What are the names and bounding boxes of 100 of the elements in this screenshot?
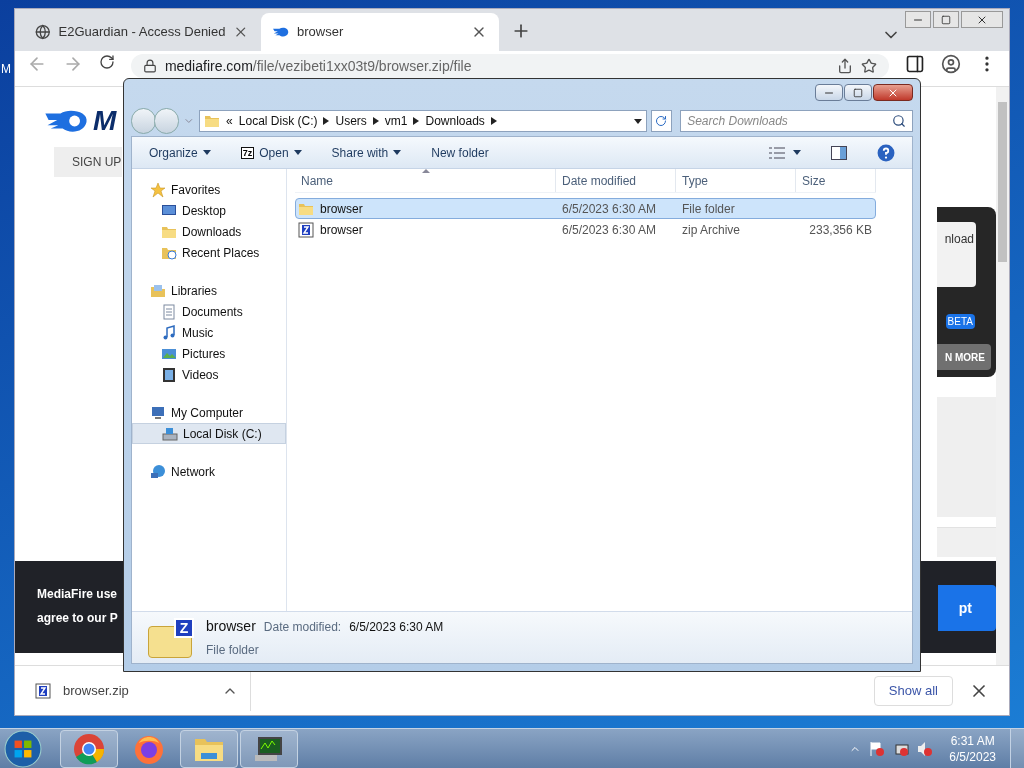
view-list-icon[interactable] [769, 146, 785, 159]
tab-title: browser [297, 23, 345, 42]
folder-icon [204, 113, 221, 129]
profile-icon[interactable] [941, 54, 962, 74]
toolbar-button[interactable]: Share with [331, 143, 402, 162]
nav-item[interactable]: My Computer [132, 402, 286, 423]
nav-item[interactable]: Recent Places [132, 242, 286, 263]
address-field[interactable]: « Local Disk (C:) Users vm1 Downloads [199, 110, 647, 132]
taskbar-button[interactable] [60, 729, 118, 768]
detail-value: 6/5/2023 6:30 AM [349, 619, 444, 636]
learn-more-button[interactable]: N MORE [937, 344, 991, 370]
file-row[interactable]: browser 6/5/2023 6:30 AM zip Archive 233,356 KB [295, 219, 876, 240]
column-header[interactable]: Date modified [556, 169, 676, 192]
file-name: browser [320, 200, 363, 218]
start-button[interactable] [4, 729, 42, 768]
browser-tab[interactable]: E2Guardian - Access Denied [23, 13, 261, 51]
lock-icon [142, 59, 157, 73]
maximize-button[interactable] [933, 11, 959, 28]
breadcrumb-item[interactable]: Downloads [425, 112, 485, 130]
refresh-button[interactable] [650, 110, 673, 132]
nav-item[interactable]: Network [132, 461, 286, 482]
file-row[interactable]: browser 6/5/2023 6:30 AM File folder [295, 198, 876, 219]
refresh-icon [655, 115, 668, 127]
archive-icon: 7z [240, 146, 255, 159]
scrollbar[interactable] [996, 87, 1009, 665]
caret-icon[interactable] [393, 150, 402, 155]
preview-pane-icon[interactable] [831, 144, 847, 161]
zip-file-icon [35, 682, 51, 699]
column-header[interactable]: Size [796, 169, 876, 192]
minimize-button[interactable] [905, 11, 931, 28]
nav-item[interactable]: Favorites [132, 179, 286, 200]
download-button[interactable]: nload [937, 222, 976, 287]
nav-item[interactable]: Documents [132, 301, 286, 322]
film-icon [161, 366, 177, 383]
nav-item[interactable]: Desktop [132, 200, 286, 221]
accept-button[interactable]: pt [938, 585, 996, 631]
bookmark-star-icon[interactable] [861, 58, 878, 74]
flame-logo-icon [45, 108, 89, 134]
breadcrumb-item[interactable]: Local Disk (C:) [238, 112, 318, 130]
clock[interactable]: 6:31 AM 6/5/2023 [949, 732, 996, 765]
caret-icon[interactable] [293, 150, 302, 155]
download-filename: browser.zip [63, 681, 130, 700]
file-type: zip Archive [681, 221, 742, 239]
minimize-button[interactable] [815, 84, 843, 101]
caret-icon[interactable] [793, 150, 801, 155]
breadcrumb-item[interactable]: Users [335, 112, 367, 130]
url-text: mediafire.com/file/vezibeti1xx03t9/browser.zip/file [164, 58, 472, 74]
breadcrumb-item[interactable]: vm1 [384, 112, 408, 130]
library-icon [150, 282, 166, 299]
star-icon [150, 181, 166, 198]
beta-badge: BETA [945, 314, 975, 329]
flag-icon[interactable] [869, 740, 886, 757]
nav-item[interactable]: Local Disk (C:) [132, 423, 286, 444]
reload-icon[interactable] [98, 54, 115, 70]
nav-item[interactable]: Videos [132, 364, 286, 385]
zip-file-icon [298, 221, 314, 238]
detail-name: browser [206, 617, 256, 636]
share-icon[interactable] [837, 58, 854, 74]
browser-tab[interactable]: browser [261, 13, 499, 51]
show-all-button[interactable]: Show all [873, 675, 953, 706]
file-type: File folder [681, 200, 736, 218]
nav-item[interactable]: Downloads [132, 221, 286, 242]
close-button[interactable] [873, 84, 913, 101]
nav-item[interactable]: Libraries [132, 280, 286, 301]
breadcrumb-overflow[interactable]: « [226, 112, 233, 130]
logo-text: M [93, 107, 117, 135]
caret-icon[interactable] [202, 150, 211, 155]
drive-icon [162, 425, 178, 442]
toolbar-button[interactable]: New folder [431, 143, 489, 162]
tab-title: E2Guardian - Access Denied [58, 23, 226, 42]
desktop-icon-label: M [1, 61, 11, 78]
caret-icon[interactable] [633, 118, 642, 124]
side-panel-icon[interactable] [905, 54, 926, 74]
toolbar-button[interactable]: 7z Open [240, 143, 302, 162]
chevron-icon[interactable] [413, 117, 420, 125]
date-modified: 6/5/2023 6:30 AM [561, 200, 658, 218]
toolbar-button[interactable]: Organize [149, 143, 211, 162]
taskbar-button[interactable] [240, 729, 298, 768]
nav-item[interactable]: Music [132, 322, 286, 343]
chevron-icon[interactable] [490, 117, 497, 125]
sign-up-button[interactable]: SIGN UP [54, 147, 122, 177]
column-header[interactable]: Type [676, 169, 796, 192]
detail-type: File folder [206, 642, 260, 659]
cookie-text: MediaFire use [37, 586, 118, 603]
search-field[interactable]: Search Downloads [680, 110, 913, 132]
address-bar[interactable]: mediafire.com/file/vezibeti1xx03t9/browser.zip/file [130, 54, 890, 78]
chrome-icon [73, 732, 105, 765]
chevron-icon[interactable] [323, 117, 330, 125]
sort-arrow-icon [422, 169, 430, 173]
music-note-icon [161, 324, 177, 341]
computer-icon [150, 404, 166, 421]
network-icon [150, 463, 166, 480]
speaker-muted-icon[interactable] [917, 740, 934, 757]
nav-item[interactable]: Pictures [132, 343, 286, 364]
file-name: browser [320, 221, 363, 239]
globe-icon [35, 24, 51, 40]
chevron-icon[interactable] [372, 117, 379, 125]
maximize-button[interactable] [844, 84, 872, 101]
detail-label: Date modified: [263, 619, 342, 636]
help-icon[interactable] [877, 143, 895, 162]
